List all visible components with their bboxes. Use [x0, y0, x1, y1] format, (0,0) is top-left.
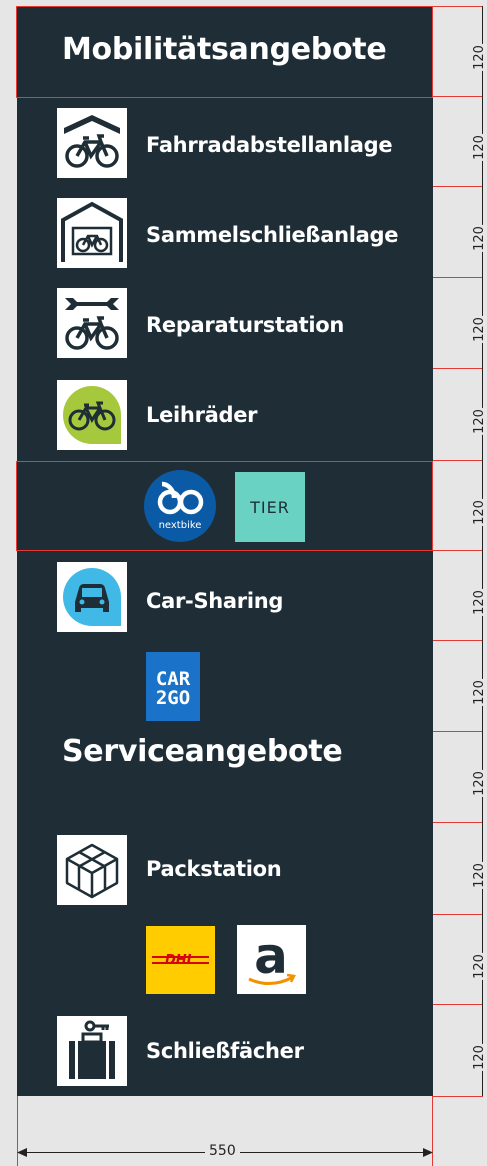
width-dimension-label: 550 — [205, 1143, 240, 1159]
car-sharing-icon — [57, 562, 127, 632]
dimension-label: 120 — [471, 316, 487, 343]
dhl-logo-text: DHL — [165, 953, 195, 968]
dim-tick — [433, 368, 483, 369]
dimension-label: 120 — [471, 225, 487, 252]
dim-tick — [433, 277, 483, 278]
car2go-logo: CAR 2GO — [146, 652, 200, 721]
dim-tick — [433, 731, 483, 732]
dim-tick — [433, 1004, 483, 1005]
rental-bike-label: Leihräder — [146, 403, 258, 427]
dhl-logo: DHL — [146, 926, 215, 994]
car-sharing-label: Car-Sharing — [146, 589, 284, 613]
rental-bike-icon — [57, 380, 127, 450]
dim-tick — [433, 550, 483, 551]
packstation-icon — [57, 835, 127, 905]
dimension-label: 120 — [471, 134, 487, 161]
arrow-left-icon — [17, 1148, 27, 1157]
bike-locker-label: Sammelschließanlage — [146, 223, 399, 247]
repair-station-icon — [57, 288, 127, 358]
dimension-label: 120 — [471, 408, 487, 435]
dimension-label: 120 — [471, 589, 487, 616]
locker-icon — [57, 1016, 127, 1086]
repair-station-label: Reparaturstation — [146, 313, 345, 337]
packstation-label: Packstation — [146, 857, 282, 881]
logo-row-frame — [16, 461, 433, 551]
amazon-logo-text: a — [254, 927, 288, 985]
arrow-right-icon — [423, 1148, 433, 1157]
dim-tick — [433, 460, 483, 461]
dim-tick — [433, 186, 483, 187]
dimension-label: 120 — [471, 44, 487, 71]
dim-tick — [433, 822, 483, 823]
bike-parking-icon — [57, 108, 127, 178]
title-frame — [16, 6, 433, 98]
lockers-label: Schließfächer — [146, 1039, 304, 1063]
dim-tick — [433, 640, 483, 641]
amazon-logo: a — [237, 925, 306, 994]
dim-tick — [433, 96, 483, 97]
dim-tick — [433, 914, 483, 915]
bike-parking-label: Fahrradabstellanlage — [146, 133, 393, 157]
car2go-line2: 2GO — [156, 687, 190, 709]
dim-tick — [433, 1096, 483, 1097]
dimension-label: 120 — [471, 1044, 487, 1071]
bike-locker-icon — [57, 198, 127, 268]
dimension-label: 120 — [471, 499, 487, 526]
dimension-label: 120 — [471, 862, 487, 889]
service-title: Serviceangebote — [62, 734, 343, 769]
vertical-dimension-line — [482, 6, 483, 1096]
dim-tick — [433, 6, 483, 7]
dimension-label: 120 — [471, 679, 487, 706]
dimension-label: 120 — [471, 953, 487, 980]
dimension-label: 120 — [471, 770, 487, 797]
